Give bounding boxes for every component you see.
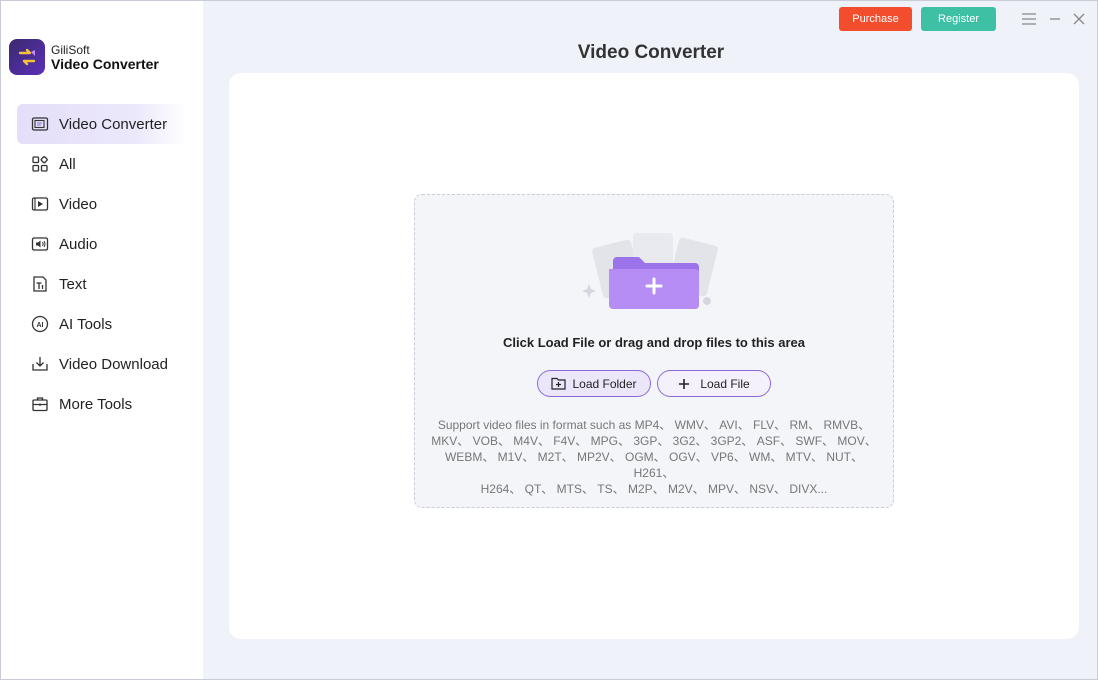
sidebar-item-audio[interactable]: Audio	[17, 224, 187, 264]
sidebar-nav: Video Converter All Video Audio Text AI …	[17, 104, 187, 424]
sidebar-item-label: Video	[59, 195, 98, 213]
sidebar-item-label: Text	[59, 275, 87, 293]
video-converter-icon	[30, 114, 50, 134]
sidebar-item-text[interactable]: Text	[17, 264, 187, 304]
svg-text:AI: AI	[37, 322, 44, 329]
sidebar-item-more-tools[interactable]: More Tools	[17, 384, 187, 424]
sidebar-item-label: Video Download	[59, 355, 168, 373]
grid-icon	[30, 154, 50, 174]
load-folder-button[interactable]: Load Folder	[537, 370, 651, 397]
purchase-button[interactable]: Purchase	[839, 7, 912, 31]
sidebar-item-label: More Tools	[59, 395, 133, 413]
app-product-name: Video Converter	[51, 56, 159, 72]
sidebar-item-video-converter[interactable]: Video Converter	[17, 104, 187, 144]
close-icon[interactable]	[1069, 9, 1089, 29]
formats-line: WEBM、 M1V、 M2T、 MP2V、 OGM、 OGV、 VP6、 WM、…	[444, 450, 864, 480]
drop-hint-text: Click Load File or drag and drop files t…	[503, 335, 805, 350]
app-logo: GiliSoft Video Converter	[9, 39, 159, 75]
sidebar-item-label: AI Tools	[59, 315, 113, 333]
load-folder-label: Load Folder	[572, 376, 637, 391]
sidebar-item-label: Audio	[59, 235, 98, 253]
app-logo-icon	[9, 39, 45, 75]
ai-icon: AI	[30, 314, 50, 334]
plus-icon	[678, 378, 690, 390]
sidebar-item-video[interactable]: Video	[17, 184, 187, 224]
video-play-icon	[30, 194, 50, 214]
register-button[interactable]: Register	[921, 7, 996, 31]
text-icon	[30, 274, 50, 294]
toolbox-icon	[30, 394, 50, 414]
sidebar: GiliSoft Video Converter Video Converter…	[1, 1, 203, 679]
app-brand: GiliSoft	[51, 43, 90, 57]
folder-plus-icon	[551, 377, 567, 390]
load-file-label: Load File	[700, 376, 750, 391]
sidebar-item-all[interactable]: All	[17, 144, 187, 184]
formats-line: H264、 QT、 MTS、 TS、 M2P、 M2V、 MPV、 NSV、 D…	[480, 482, 828, 496]
formats-line: Support video files in format such as MP…	[437, 418, 871, 432]
sidebar-item-ai-tools[interactable]: AI AI Tools	[17, 304, 187, 344]
supported-formats-text: Support video files in format such as MP…	[423, 417, 885, 497]
page-title: Video Converter	[577, 42, 725, 63]
main-panel: Click Load File or drag and drop files t…	[229, 73, 1079, 639]
audio-icon	[30, 234, 50, 254]
file-drop-zone[interactable]: Click Load File or drag and drop files t…	[414, 194, 894, 508]
formats-line: MKV、 VOB、 M4V、 F4V、 MPG、 3GP、 3G2、 3GP2、…	[431, 434, 877, 448]
folder-add-icon	[582, 227, 723, 317]
sidebar-item-label: All	[59, 155, 76, 173]
sidebar-item-label: Video Converter	[59, 115, 168, 133]
load-file-button[interactable]: Load File	[657, 370, 771, 397]
minimize-icon[interactable]	[1045, 9, 1065, 29]
menu-icon[interactable]	[1019, 9, 1039, 29]
download-icon	[30, 354, 50, 374]
sidebar-item-video-download[interactable]: Video Download	[17, 344, 187, 384]
